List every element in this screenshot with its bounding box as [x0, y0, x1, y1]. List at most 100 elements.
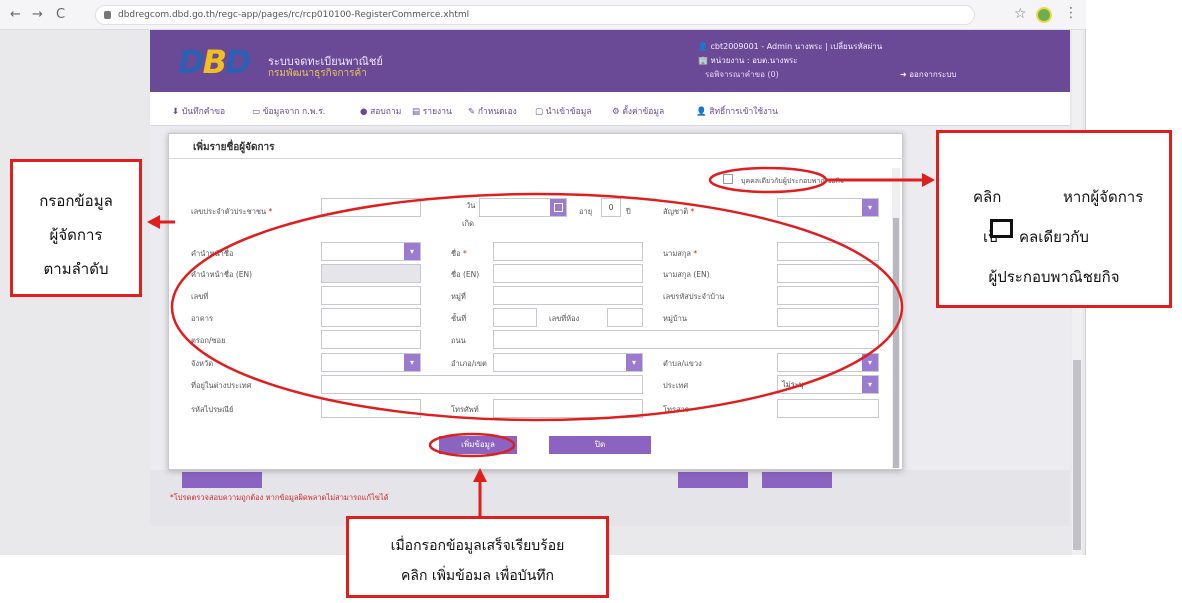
building-field[interactable] [321, 308, 421, 327]
last-name-field[interactable] [777, 242, 879, 261]
logout-link[interactable]: ➜ ออกจากระบบ [900, 68, 956, 81]
road-field[interactable] [493, 330, 879, 349]
id-number-field[interactable] [321, 198, 421, 217]
annotation-fill-line-1: กรอกข้อมูล [39, 192, 113, 210]
menu-settings[interactable]: ⚙ ตั้งค่าข้อมูล [612, 104, 664, 118]
foreign-address-label: ที่อยู่ในต่างประเทศ [191, 381, 252, 390]
birth-date-field[interactable] [479, 198, 567, 217]
annotation-save-instruction: เมื่อกรอกข้อมูลเสร็จเรียบร้อย คลิก เพิ่ม… [346, 516, 609, 598]
bookmark-star-icon[interactable]: ☆ [1014, 6, 1027, 22]
country-select[interactable]: ไม่ระบุ ▾ [777, 375, 879, 394]
lock-icon [104, 11, 111, 19]
annotation-same-line-3: ผู้ประกอบพาณิชยกิจ [988, 268, 1120, 286]
menu-save-request[interactable]: ⬇ บันทึกคำขอ [172, 104, 225, 118]
chevron-down-icon: ▾ [404, 243, 420, 260]
browser-menu-icon[interactable]: ⋮ [1064, 5, 1078, 21]
phone-field[interactable] [493, 399, 643, 418]
age-label: อายุ [579, 207, 593, 216]
prefix-select[interactable]: ▾ [321, 242, 421, 261]
subdistrict-label: ตำบล/แขวง [663, 359, 702, 368]
main-menu: ⬇ บันทึกคำขอ ▭ ข้อมูลจาก ก.พ.ร. ● สอบถาม… [150, 92, 1070, 126]
extension-icon[interactable] [1036, 7, 1052, 23]
soi-label: ตรอก/ซอย [191, 336, 226, 345]
menu-inquiry[interactable]: ● สอบถาม [360, 104, 401, 118]
phone-label: โทรศัพท์ [451, 405, 479, 414]
background-button-mid[interactable] [678, 472, 748, 488]
background-button-right[interactable] [762, 472, 832, 488]
checkbox-square-icon [990, 219, 1013, 238]
page-scrollbar-thumb[interactable] [1073, 360, 1081, 550]
building-label: อาคาร [191, 314, 213, 323]
floor-field[interactable] [493, 308, 537, 327]
address-bar[interactable]: dbdregcom.dbd.go.th/regc-app/pages/rc/rc… [95, 5, 975, 25]
user-info[interactable]: 👤 cbt2009001 - Admin นางพระ | เปลี่ยนรหั… [698, 40, 882, 53]
soi-field[interactable] [321, 330, 421, 349]
house-code-label: เลขรหัสประจำบ้าน [663, 292, 725, 301]
menu-access-rights[interactable]: 👤 สิทธิ์การเข้าใช้งาน [696, 104, 778, 118]
calendar-icon[interactable] [550, 199, 566, 216]
village-field[interactable] [777, 308, 879, 327]
background-button-left[interactable] [182, 472, 262, 488]
site-subtitle: กรมพัฒนาธุรกิจการค้า [268, 68, 367, 79]
modal-scrollbar[interactable] [892, 168, 900, 468]
menu-import-data[interactable]: ▢ นำเข้าข้อมูล [535, 104, 592, 118]
house-code-field[interactable] [777, 286, 879, 305]
dbd-logo[interactable]: DBD [178, 44, 258, 80]
back-icon[interactable]: ← [10, 7, 21, 23]
province-select[interactable]: ▾ [321, 353, 421, 372]
village-label: หมู่บ้าน [663, 314, 687, 323]
prefix-label: คำนำหน้าชื่อ [191, 249, 234, 258]
url-text: dbdregcom.dbd.go.th/regc-app/pages/rc/rc… [118, 10, 470, 20]
first-name-field[interactable] [493, 242, 643, 261]
age-year-label: ปี [626, 207, 631, 216]
chevron-down-icon: ▾ [404, 354, 420, 371]
logo-letter-b: B [202, 43, 227, 81]
age-field[interactable]: 0 [601, 198, 621, 217]
chevron-down-icon: ▾ [862, 376, 878, 393]
last-name-en-field[interactable] [777, 264, 879, 283]
add-data-button[interactable]: เพิ่มข้อมูล [439, 436, 517, 454]
district-select[interactable]: ▾ [493, 353, 643, 372]
logo-letter-d: D [178, 43, 205, 81]
fax-label: โทรสาร [663, 405, 689, 414]
same-person-label: บุคคลเดียวกับผู้ประกอบพาณิชยกิจ [741, 177, 844, 185]
annotation-same-line-1: คลิก หากผู้จัดการ [939, 177, 1169, 217]
menu-opdc-data[interactable]: ▭ ข้อมูลจาก ก.พ.ร. [252, 104, 325, 118]
moo-label: หมู่ที่ [451, 292, 466, 301]
postal-label: รหัสไปรษณีย์ [191, 405, 234, 414]
room-field[interactable] [607, 308, 643, 327]
fax-field[interactable] [777, 399, 879, 418]
foreign-address-field[interactable] [321, 375, 643, 394]
same-person-checkbox[interactable] [723, 174, 733, 184]
reload-icon[interactable]: C [56, 7, 65, 23]
postal-field[interactable] [321, 399, 421, 418]
first-name-en-field[interactable] [493, 264, 643, 283]
forward-icon[interactable]: → [32, 7, 43, 23]
stage: ← → C dbdregcom.dbd.go.th/regc-app/pages… [0, 0, 1182, 603]
site-header: DBD ระบบจดทะเบียนพาณิชย์ กรมพัฒนาธุรกิจก… [150, 30, 1070, 92]
close-button[interactable]: ปิด [549, 436, 651, 454]
pending-requests-link[interactable]: รอพิจารณาคำขอ (0) [705, 68, 779, 81]
menu-custom[interactable]: ✎ กำหนดเอง [468, 104, 517, 118]
warning-note: *โปรดตรวจสอบความถูกต้อง หากข้อมูลผิดพลาด… [170, 493, 389, 502]
annotation-same-line-2: เป็ คลเดียวกับ [939, 217, 1169, 257]
house-no-label: เลขที่ [191, 292, 209, 301]
chevron-down-icon: ▾ [862, 354, 878, 371]
moo-field[interactable] [493, 286, 643, 305]
birth-date-label-2: เกิด [462, 219, 474, 228]
annotation-fill-line-2: ผู้จัดการ [49, 226, 103, 244]
id-number-label: เลขประจำตัวประชาชน * [191, 207, 273, 216]
menu-report[interactable]: ▤ รายงาน [412, 104, 452, 118]
country-value: ไม่ระบุ [782, 380, 804, 389]
chevron-down-icon: ▾ [626, 354, 642, 371]
last-name-label: นามสกุล * [663, 249, 698, 258]
prefix-en-field [321, 264, 421, 283]
nationality-select[interactable]: ▾ [777, 198, 879, 217]
annotation-same-person: คลิก หากผู้จัดการ เป็ คลเดียวกับ ผู้ประก… [936, 130, 1172, 308]
modal-scrollbar-thumb[interactable] [893, 218, 899, 468]
modal-title: เพิ่มรายชื่อผู้จัดการ [193, 142, 275, 153]
house-no-field[interactable] [321, 286, 421, 305]
subdistrict-select[interactable]: ▾ [777, 353, 879, 372]
floor-label: ชั้นที่ [451, 314, 467, 323]
page-footer-area: *โปรดตรวจสอบความถูกต้อง หากข้อมูลผิดพลาด… [150, 470, 1070, 526]
